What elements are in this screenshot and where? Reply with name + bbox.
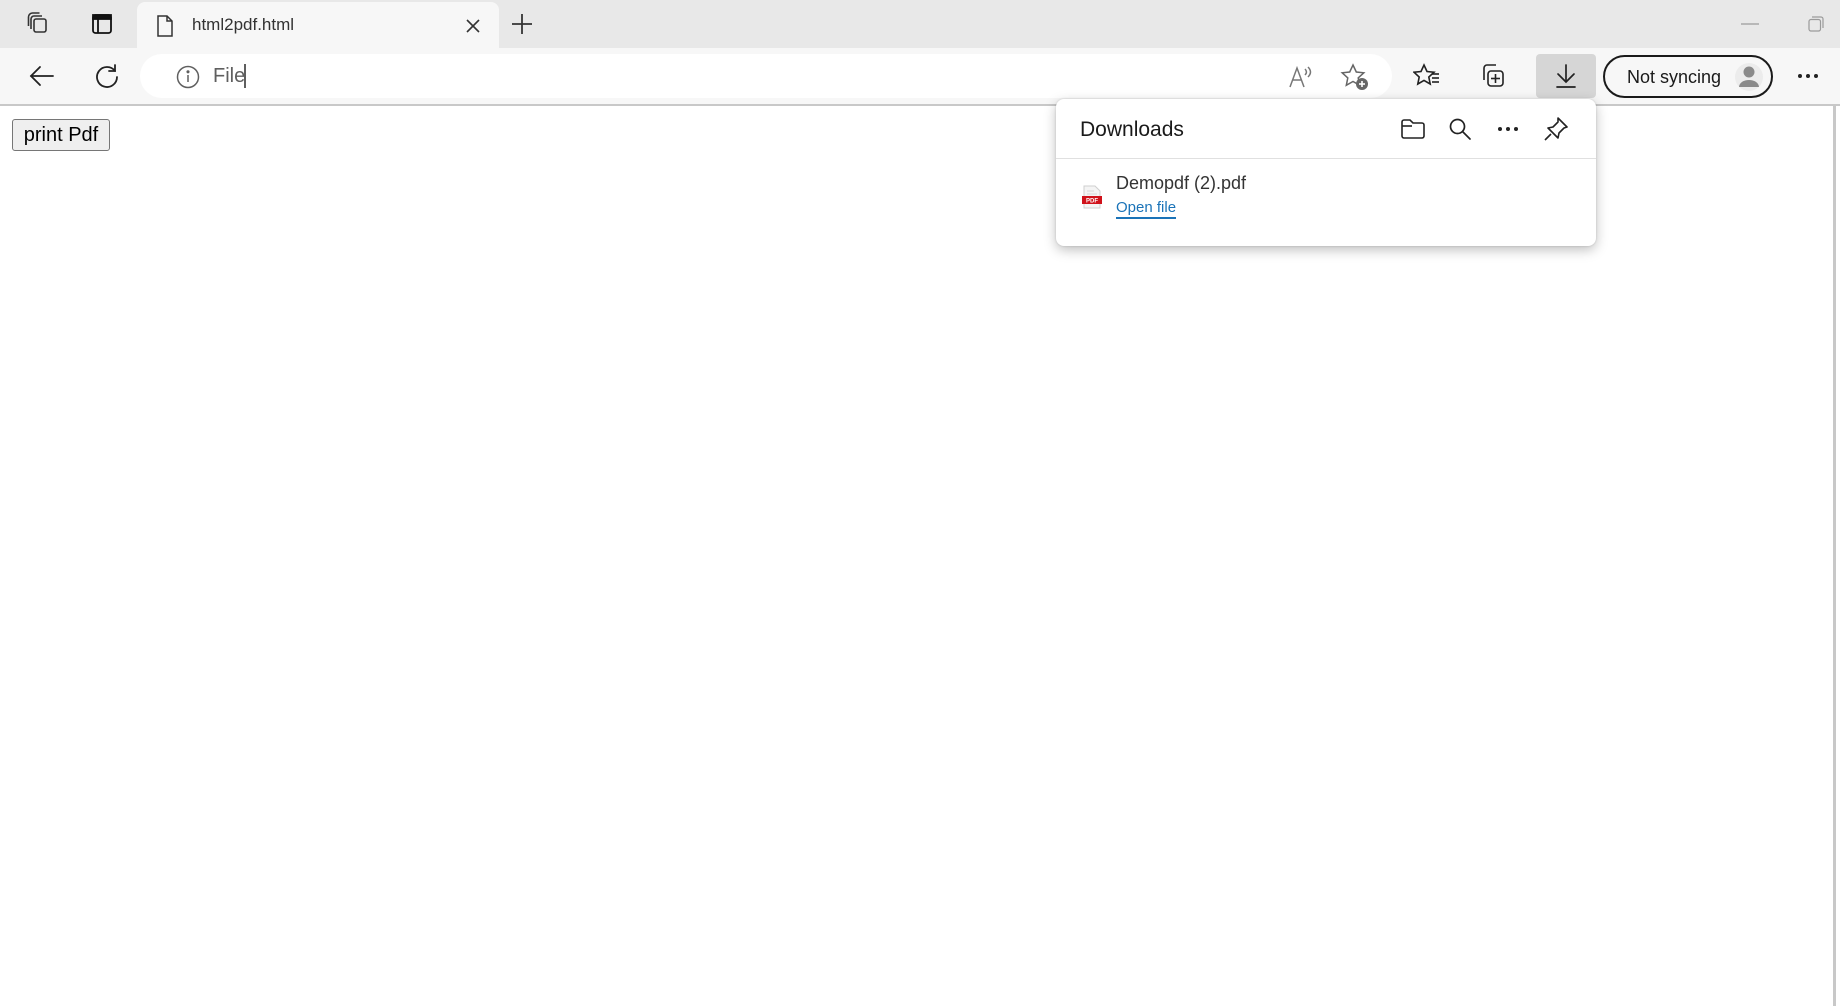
avatar-icon <box>1735 63 1763 91</box>
minimize-button[interactable] <box>1738 14 1762 34</box>
tab-strip: html2pdf.html <box>0 0 1840 48</box>
restore-button[interactable] <box>1804 14 1828 34</box>
read-aloud-icon <box>1289 65 1312 88</box>
more-options-icon <box>1498 127 1518 131</box>
scheme-label: File <box>213 65 246 87</box>
address-bar[interactable]: File <box>140 54 1392 98</box>
downloads-header-divider <box>1056 158 1596 159</box>
search-downloads-button[interactable] <box>1442 111 1478 147</box>
collections-icon <box>1483 64 1504 87</box>
profile-status-label: Not syncing <box>1627 67 1722 87</box>
back-button[interactable] <box>20 54 64 98</box>
tab-actions-icon <box>92 14 112 34</box>
pin-icon <box>1544 117 1568 141</box>
open-downloads-folder-button[interactable] <box>1395 111 1431 147</box>
pdf-file-icon: PDF <box>1082 185 1102 214</box>
refresh-icon <box>96 64 118 88</box>
toolbar: File Not syncing <box>0 48 1840 106</box>
downloads-more-options-button[interactable] <box>1490 111 1526 147</box>
tab-close-button[interactable] <box>463 16 483 36</box>
add-favorite-button[interactable] <box>1340 63 1370 91</box>
profile-button[interactable]: Not syncing <box>1603 55 1773 98</box>
document-icon <box>155 14 175 43</box>
workspaces-button[interactable] <box>18 6 58 42</box>
favorites-icon <box>1413 63 1439 86</box>
downloads-panel-title: Downloads <box>1080 118 1184 141</box>
minimize-icon <box>1741 23 1759 25</box>
open-folder-icon <box>1401 119 1425 139</box>
open-file-link[interactable]: Open file <box>1116 199 1177 219</box>
downloads-button[interactable] <box>1536 54 1596 98</box>
site-info-icon[interactable] <box>176 65 200 94</box>
read-aloud-button[interactable] <box>1286 63 1316 91</box>
downloads-panel: Downloads PDF Demopdf (2).pdf Open file <box>1056 99 1596 246</box>
tab-actions-button[interactable] <box>82 6 122 42</box>
favorites-button[interactable] <box>1405 54 1449 98</box>
text-caret <box>244 64 246 88</box>
download-file-name: Demopdf (2).pdf <box>1116 173 1247 193</box>
search-icon <box>1449 118 1471 140</box>
settings-more-button[interactable] <box>1786 54 1830 98</box>
print-pdf-button[interactable]: print Pdf <box>12 119 110 151</box>
tab-active[interactable]: html2pdf.html <box>137 2 499 48</box>
restore-icon <box>1808 16 1824 32</box>
workspaces-icon <box>27 12 47 33</box>
close-icon <box>466 19 480 33</box>
plus-icon <box>512 14 532 34</box>
tab-title: html2pdf.html <box>192 15 295 34</box>
collections-button[interactable] <box>1470 54 1514 98</box>
new-tab-button[interactable] <box>508 10 536 38</box>
back-icon <box>29 66 54 86</box>
svg-text:PDF: PDF <box>1086 199 1098 205</box>
add-favorite-icon <box>1340 63 1368 90</box>
more-icon <box>1798 74 1818 78</box>
download-item[interactable]: PDF Demopdf (2).pdf Open file <box>1056 161 1596 231</box>
pin-downloads-button[interactable] <box>1538 111 1574 147</box>
refresh-button[interactable] <box>85 54 129 98</box>
downloads-icon <box>1556 64 1576 88</box>
